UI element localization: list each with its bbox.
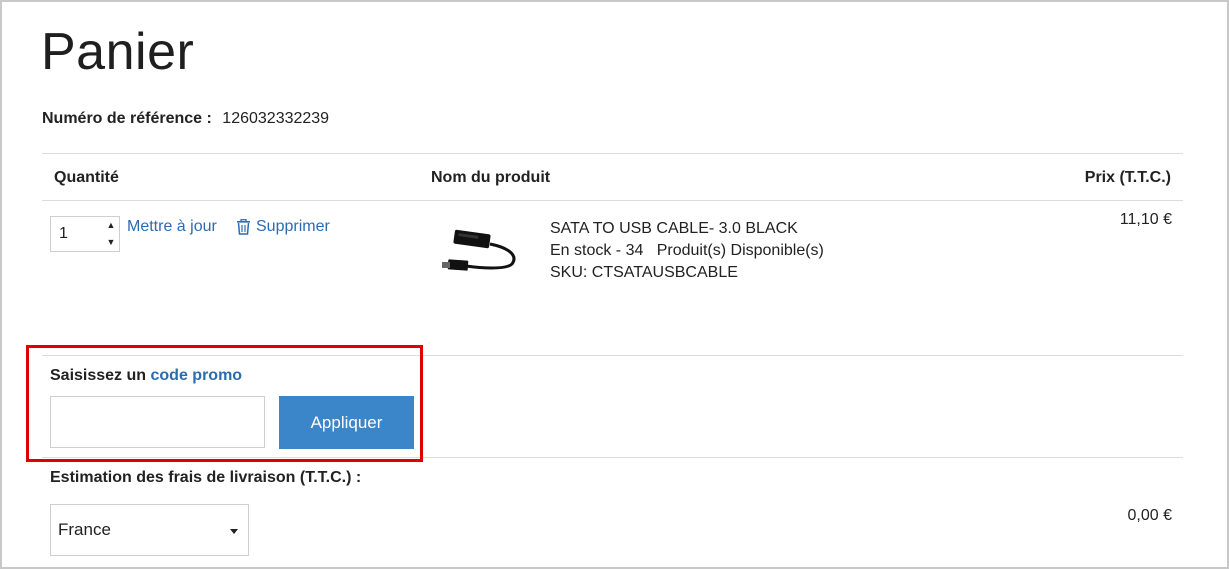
increment-icon[interactable]: ▲: [103, 217, 119, 233]
product-info: SATA TO USB CABLE- 3.0 BLACK En stock - …: [550, 218, 824, 284]
delete-label: Supprimer: [256, 218, 330, 235]
header-price: Prix (T.T.C.): [1084, 169, 1171, 186]
country-selected-value: France: [58, 520, 111, 539]
quantity-stepper[interactable]: ▲ ▼: [50, 216, 120, 252]
trash-icon: [237, 219, 250, 235]
shipping-estimate-label: Estimation des frais de livraison (T.T.C…: [50, 469, 362, 486]
country-select[interactable]: France: [50, 504, 249, 556]
product-name: SATA TO USB CABLE- 3.0 BLACK: [550, 220, 798, 237]
cart-table-header: Quantité Nom du produit Prix (T.T.C.): [42, 153, 1183, 201]
promo-label-accent: code promo: [150, 367, 243, 384]
header-product-name: Nom du produit: [431, 169, 551, 186]
product-sku: SKU: CTSATAUSBCABLE: [550, 264, 738, 281]
quantity-input[interactable]: [51, 217, 101, 251]
promo-label: Saisissez un code promo: [50, 367, 242, 385]
shipping-price: 0,00 €: [1127, 507, 1172, 524]
reference-label: Numéro de référence :: [42, 110, 212, 127]
item-price: 11,10 €: [1119, 211, 1172, 228]
promo-code-input[interactable]: [50, 396, 265, 448]
reference-number: Numéro de référence : 126032332239: [42, 110, 329, 128]
apply-button[interactable]: Appliquer: [279, 396, 414, 449]
usb-cable-image[interactable]: [440, 222, 520, 282]
update-link[interactable]: Mettre à jour: [127, 218, 217, 236]
chevron-down-icon: [230, 529, 238, 534]
promo-label-prefix: Saisissez un: [50, 367, 147, 384]
delete-link[interactable]: Supprimer: [236, 218, 330, 236]
decrement-icon[interactable]: ▼: [103, 234, 119, 250]
reference-value: 126032332239: [222, 110, 330, 127]
product-stock: En stock - 34 Produit(s) Disponible(s): [550, 242, 824, 259]
header-quantity: Quantité: [54, 169, 119, 186]
page-title: Panier: [41, 23, 195, 81]
